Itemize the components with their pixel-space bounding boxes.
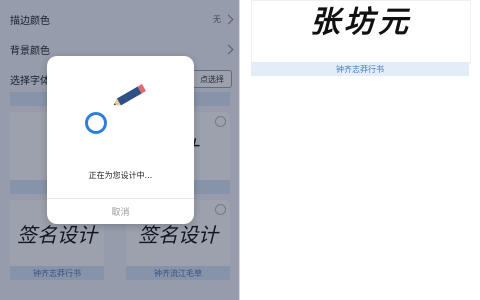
signature-preview: 张坊元: [251, 0, 471, 64]
loading-dialog: 正在为您设计中... 取消: [47, 56, 194, 224]
pencil-icon: [113, 84, 146, 106]
cancel-button[interactable]: 取消: [47, 199, 194, 224]
signature-text: 张坊元: [310, 5, 412, 40]
signature-font-caption: 钟齐志莽行书: [251, 62, 469, 76]
loading-spinner-icon: [85, 112, 107, 134]
settings-panel: 描边颜色 无 背景颜色 选择字体 点选择 仓 样宋 签 李钟 设计 艺楷 签名设…: [0, 0, 240, 300]
loading-message: 正在为您设计中...: [88, 171, 153, 180]
